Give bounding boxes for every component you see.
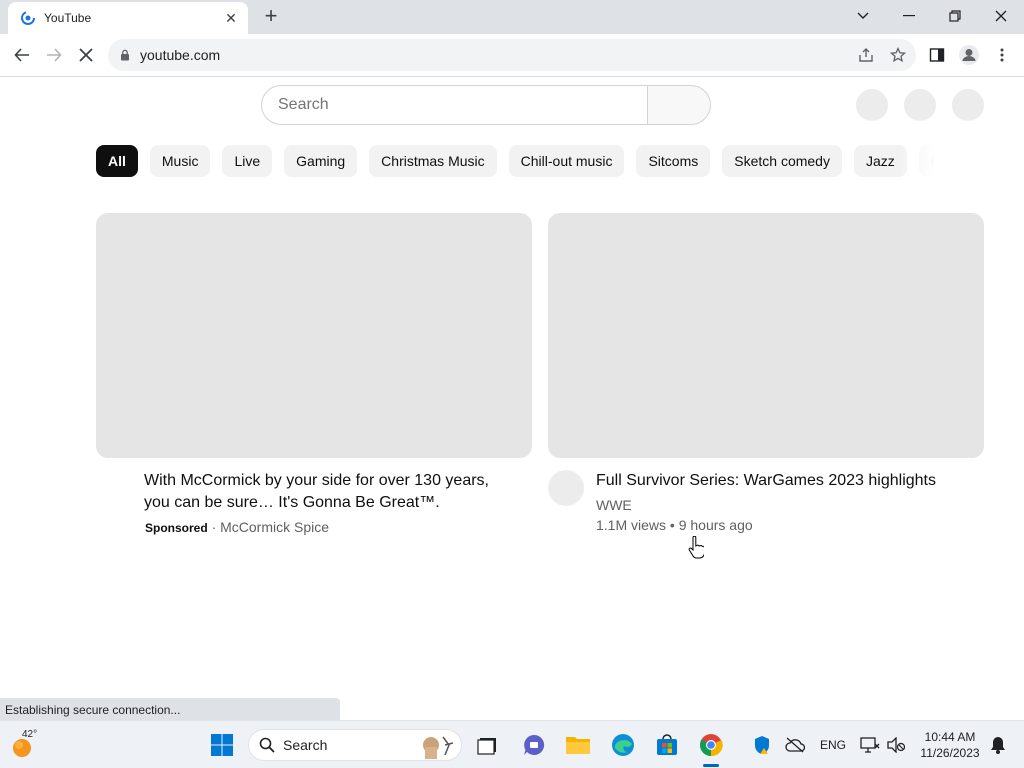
network-display-icon[interactable] (856, 731, 884, 759)
search-button[interactable] (647, 85, 711, 125)
minimize-icon[interactable] (886, 0, 932, 32)
youtube-search-box[interactable] (261, 85, 649, 125)
browser-tab-strip: YouTube ✕ + (0, 0, 1024, 34)
hand-pointer-cursor-icon (688, 536, 704, 559)
header-button-placeholder-3[interactable] (952, 89, 984, 121)
system-clock[interactable]: 10:44 AM 11/26/2023 (916, 729, 984, 761)
chips-fade-overlay (900, 145, 942, 177)
chip-live[interactable]: Live (222, 145, 273, 177)
forward-arrow-icon[interactable] (39, 40, 69, 70)
more-menu-icon[interactable] (990, 43, 1014, 67)
edge-browser-icon[interactable] (609, 731, 637, 759)
category-chips-bar: All Music Live Gaming Christmas Music Ch… (96, 145, 942, 177)
close-window-icon[interactable] (978, 0, 1024, 32)
volume-muted-icon[interactable] (882, 731, 910, 759)
notification-bell-icon[interactable] (984, 731, 1012, 759)
video-thumbnail-wwe[interactable] (548, 213, 984, 458)
search-icon (259, 737, 275, 753)
video-stats: 1.1M views • 9 hours ago (596, 517, 753, 533)
meta-separator: · (211, 519, 217, 535)
windows-start-icon[interactable] (208, 731, 236, 759)
address-bar[interactable]: youtube.com (108, 39, 916, 71)
microsoft-store-icon[interactable] (653, 731, 681, 759)
video-channel-name[interactable]: WWE (596, 495, 632, 515)
cloud-offline-icon[interactable] (781, 731, 809, 759)
task-view-icon[interactable] (474, 731, 502, 759)
ad-title-line-1: With McCormick by your side for over 130… (144, 472, 489, 489)
restore-icon[interactable] (932, 0, 978, 32)
bookmark-star-icon[interactable] (886, 43, 910, 67)
clock-date: 11/26/2023 (920, 746, 980, 760)
new-tab-icon[interactable]: + (258, 4, 284, 30)
chip-music[interactable]: Music (149, 145, 211, 177)
ad-channel-name[interactable]: McCormick Spice (220, 519, 329, 535)
share-icon[interactable] (854, 43, 878, 67)
chip-sitcoms[interactable]: Sitcoms (636, 145, 711, 177)
browser-toolbar: youtube.com (0, 34, 1024, 77)
browser-status-bubble: Establishing secure connection... (0, 698, 340, 720)
clock-time: 10:44 AM (924, 730, 976, 744)
taskbar-search-box[interactable]: Search (248, 729, 462, 761)
windows-taskbar: 42° Search ENG 10:44 AM 11/26/2023 (0, 720, 1024, 768)
tab-close-icon[interactable]: ✕ (222, 10, 240, 27)
url-text: youtube.com (140, 47, 221, 63)
video-title[interactable]: Full Survivor Series: WarGames 2023 high… (596, 470, 936, 492)
lock-icon (121, 49, 129, 61)
header-button-placeholder-2[interactable] (904, 89, 936, 121)
chip-all[interactable]: All (96, 145, 138, 177)
language-indicator[interactable]: ENG (820, 738, 846, 752)
taskbar-search-label: Search (283, 737, 328, 753)
search-input[interactable] (278, 96, 649, 114)
chip-christmas-music[interactable]: Christmas Music (369, 145, 497, 177)
ad-meta: Sponsored · McCormick Spice (145, 517, 329, 538)
sponsored-badge: Sponsored (145, 521, 208, 535)
chip-chill-out-music[interactable]: Chill-out music (508, 145, 625, 177)
chip-gaming[interactable]: Gaming (284, 145, 358, 177)
teams-chat-icon[interactable] (520, 731, 548, 759)
ad-title-line-2: you can be sure… It's Gonna Be Great™. (144, 494, 440, 511)
video-thumbnail-ad[interactable] (96, 213, 532, 458)
browser-tab-youtube[interactable]: YouTube ✕ (8, 2, 248, 34)
side-panel-icon[interactable] (925, 43, 949, 67)
loading-favicon-icon (21, 11, 35, 25)
back-arrow-icon[interactable] (7, 40, 37, 70)
profile-avatar-icon[interactable] (957, 43, 981, 67)
chip-sketch-comedy[interactable]: Sketch comedy (722, 145, 842, 177)
chip-jazz[interactable]: Jazz (853, 145, 907, 177)
file-explorer-icon[interactable] (564, 731, 592, 759)
tab-title: YouTube (44, 11, 92, 25)
stop-loading-icon[interactable] (71, 40, 101, 70)
search-highlight-image-icon (423, 736, 454, 759)
ad-title[interactable]: With McCormick by your side for over 130… (144, 470, 489, 514)
active-app-indicator (703, 764, 719, 767)
chrome-icon[interactable] (697, 731, 725, 759)
weather-temperature: 42° (22, 729, 38, 740)
security-shield-icon[interactable] (748, 731, 776, 759)
tab-search-chevron-down-icon[interactable] (840, 0, 886, 32)
channel-avatar[interactable] (548, 470, 584, 506)
header-button-placeholder-1[interactable] (856, 89, 888, 121)
